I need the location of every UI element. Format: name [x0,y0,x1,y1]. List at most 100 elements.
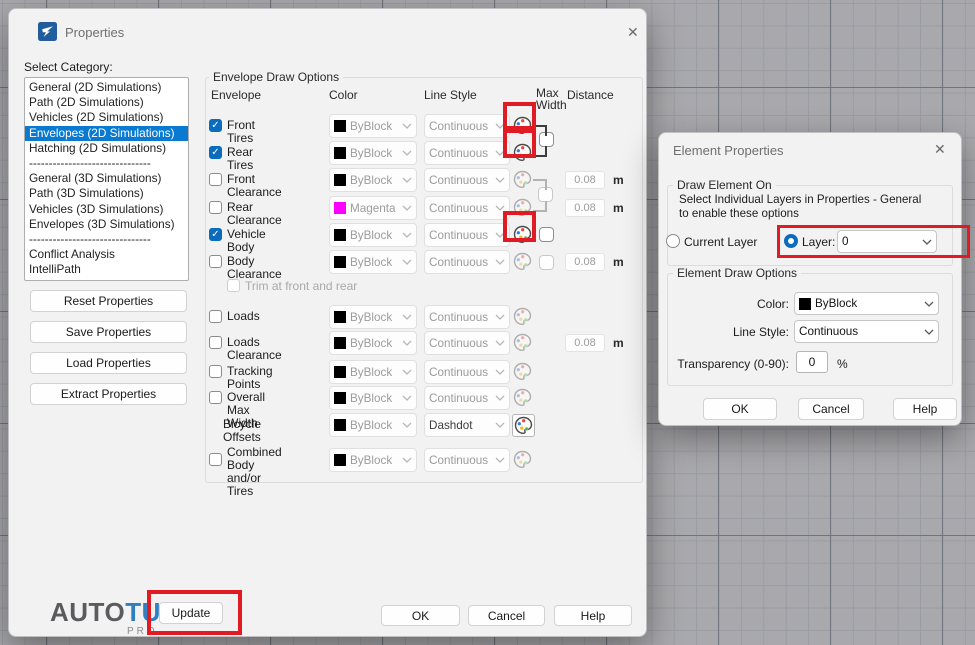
rear-clearance-checkbox[interactable] [209,201,222,214]
loads-color-select[interactable]: ByBlock [329,305,417,329]
overall-max-width-color-palette-button[interactable] [512,387,533,408]
color-swatch [334,120,346,132]
category-item-envelopes-3d-simulations[interactable]: Envelopes (3D Simulations) [25,217,188,232]
max-width-checkbox-body-clearance[interactable] [539,255,554,270]
ok-button[interactable]: OK [381,605,460,626]
loads-label: Loads [227,310,260,323]
color-swatch [799,298,811,310]
category-listbox[interactable]: General (2D Simulations)Path (2D Simulat… [24,77,189,281]
body-clearance-color-palette-button[interactable] [512,251,533,272]
rear-tires-color-select[interactable]: ByBlock [329,141,417,165]
category-item-[interactable]: ------------------------------- [25,232,188,247]
line-style-select[interactable]: Continuous [794,320,939,343]
dialog-title: Properties [65,25,124,40]
rear-clearance-line-style-select[interactable]: Continuous [424,196,510,220]
loads-color-palette-button[interactable] [512,306,533,327]
tracking-points-color-palette-button[interactable] [512,361,533,382]
front-clearance-distance-unit: m [613,173,624,187]
category-item-path-2d-simulations[interactable]: Path (2D Simulations) [25,95,188,110]
category-item-vehicles-2d-simulations[interactable]: Vehicles (2D Simulations) [25,110,188,125]
rear-tires-checkbox[interactable]: ✓ [209,146,222,159]
loads-clearance-color-select[interactable]: ByBlock [329,331,417,355]
rear-tires-line-style-select[interactable]: Continuous [424,141,510,165]
reset-properties-button[interactable]: Reset Properties [30,290,187,312]
ok-button[interactable]: OK [703,398,777,420]
category-item-general-3d-simulations[interactable]: General (3D Simulations) [25,171,188,186]
category-item-hatching-2d-simulations[interactable]: Hatching (2D Simulations) [25,141,188,156]
loads-clearance-color-palette-button[interactable] [512,332,533,353]
category-item-intellipath[interactable]: IntelliPath [25,262,188,277]
chevron-down-icon [495,422,505,428]
front-tires-line-style-select[interactable]: Continuous [424,114,510,138]
category-item-[interactable]: ------------------------------- [25,156,188,171]
category-item-conflict-analysis[interactable]: Conflict Analysis [25,247,188,262]
category-item-path-3d-simulations[interactable]: Path (3D Simulations) [25,186,188,201]
desktop-grid-background: Properties ✕ Select Category: General (2… [0,0,975,645]
combined-body-line-style-select[interactable]: Continuous [424,448,510,472]
tracking-points-color-select[interactable]: ByBlock [329,360,417,384]
category-item-vehicles-3d-simulations[interactable]: Vehicles (3D Simulations) [25,202,188,217]
body-clearance-distance-unit: m [613,255,624,269]
loads-checkbox[interactable] [209,310,222,323]
rear-clearance-distance-unit: m [613,201,624,215]
trim-at-front-and-rear-checkbox[interactable] [227,279,240,292]
loads-line-style-select[interactable]: Continuous [424,305,510,329]
loads-clearance-checkbox[interactable] [209,336,222,349]
vehicle-body-checkbox[interactable]: ✓ [209,228,222,241]
extract-properties-button[interactable]: Extract Properties [30,383,187,405]
front-clearance-line-style-select[interactable]: Continuous [424,168,510,192]
combined-body-color-select[interactable]: ByBlock [329,448,417,472]
chevron-down-icon [495,340,505,346]
load-properties-button[interactable]: Load Properties [30,352,187,374]
front-clearance-distance-input[interactable]: 0.08 [565,171,605,189]
column-header-color: Color [329,88,358,102]
front-clearance-checkbox[interactable] [209,173,222,186]
front-clearance-color-palette-button[interactable] [512,169,533,190]
front-tires-color-select[interactable]: ByBlock [329,114,417,138]
color-swatch [334,147,346,159]
chevron-down-icon [495,369,505,375]
close-icon[interactable]: ✕ [934,142,946,156]
help-button[interactable]: Help [554,605,632,626]
body-clearance-checkbox[interactable] [209,255,222,268]
max-width-checkbox-vehicle-body[interactable] [539,227,554,242]
color-swatch [334,229,346,241]
overall-max-width-color-select[interactable]: ByBlock [329,386,417,410]
rear-clearance-color-select[interactable]: Magenta [329,196,417,220]
loads-clearance-line-style-select[interactable]: Continuous [424,331,510,355]
tracking-points-checkbox[interactable] [209,365,222,378]
rear-clearance-distance-input[interactable]: 0.08 [565,199,605,217]
bicycle-offsets-color-palette-button[interactable] [512,414,535,437]
tracking-points-line-style-select[interactable]: Continuous [424,360,510,384]
column-header-line-style: Line Style [424,88,477,102]
color-select[interactable]: ByBlock [794,292,939,315]
current-layer-radio[interactable] [666,234,680,248]
bicycle-offsets-color-select[interactable]: ByBlock [329,413,417,437]
front-tires-checkbox[interactable]: ✓ [209,119,222,132]
body-clearance-distance-input[interactable]: 0.08 [565,253,605,271]
vehicle-body-line-style-select[interactable]: Continuous [424,223,510,247]
overall-max-width-line-style-select[interactable]: Continuous [424,386,510,410]
cancel-button[interactable]: Cancel [468,605,545,626]
combined-body-color-palette-button[interactable] [512,449,533,470]
body-clearance-color-select[interactable]: ByBlock [329,250,417,274]
chevron-down-icon [495,314,505,320]
vehicle-body-color-select[interactable]: ByBlock [329,223,417,247]
color-swatch [334,202,346,214]
color-swatch [334,366,346,378]
properties-dialog: Properties ✕ Select Category: General (2… [8,8,647,637]
cancel-button[interactable]: Cancel [798,398,864,420]
body-clearance-line-style-select[interactable]: Continuous [424,250,510,274]
combined-body-checkbox[interactable] [209,453,222,466]
overall-max-width-checkbox[interactable] [209,391,222,404]
close-icon[interactable]: ✕ [627,25,639,39]
category-item-envelopes-2d-simulations[interactable]: Envelopes (2D Simulations) [25,126,188,141]
transparency-input[interactable]: 0 [796,351,828,373]
category-item-general-2d-simulations[interactable]: General (2D Simulations) [25,80,188,95]
bicycle-offsets-line-style-select[interactable]: Dashdot [424,413,510,437]
front-clearance-color-select[interactable]: ByBlock [329,168,417,192]
save-properties-button[interactable]: Save Properties [30,321,187,343]
color-swatch [334,419,346,431]
help-button[interactable]: Help [893,398,957,420]
loads-clearance-distance-input[interactable]: 0.08 [565,334,605,352]
